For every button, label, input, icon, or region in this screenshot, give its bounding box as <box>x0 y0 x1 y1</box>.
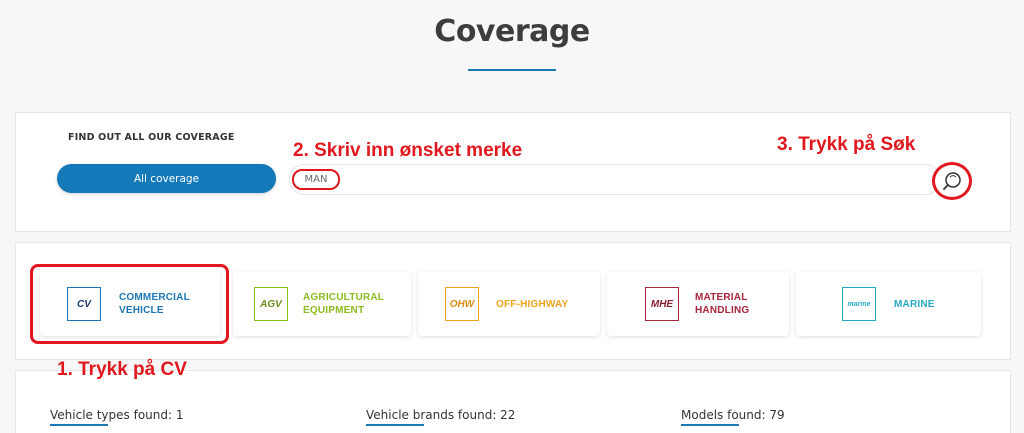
page-title: Coverage <box>434 14 590 49</box>
vehicle-types-stat: Vehicle types found: 1 <box>50 408 184 422</box>
find-coverage-label: FIND OUT ALL OUR COVERAGE <box>68 132 235 143</box>
category-label-off-highway: OFF-HIGHWAY <box>496 298 569 310</box>
annotation-step-3: 3. Trykk på Søk <box>777 134 916 155</box>
annotation-step-2: 2. Skriv inn ønsket merke <box>293 140 523 161</box>
all-coverage-button[interactable]: All coverage <box>57 164 276 193</box>
category-card-material-handling[interactable]: MHE MATERIAL HANDLING <box>607 272 789 336</box>
category-label-material-handling: MATERIAL HANDLING <box>695 292 750 316</box>
models-stat: Models found: 79 <box>681 408 785 422</box>
models-underline <box>681 424 739 426</box>
vehicle-brands-stat: Vehicle brands found: 22 <box>366 408 516 422</box>
title-underline <box>468 69 556 71</box>
category-label-agricultural: AGRICULTURAL EQUIPMENT <box>303 292 384 316</box>
search-icon <box>943 172 961 190</box>
category-card-off-highway[interactable]: OHW OFF-HIGHWAY <box>418 272 600 336</box>
category-card-agricultural[interactable]: AGV AGRICULTURAL EQUIPMENT <box>233 272 411 336</box>
category-card-marine[interactable]: marine MARINE <box>796 272 981 336</box>
brand-search-input[interactable] <box>289 164 941 195</box>
search-button[interactable] <box>932 162 972 200</box>
vehicle-brands-underline <box>366 424 424 426</box>
search-input-value[interactable]: MAN <box>292 169 340 190</box>
cv-highlight-annotation <box>30 264 229 344</box>
mhe-logo-icon: MHE <box>645 287 679 321</box>
annotation-step-1: 1. Trykk på CV <box>57 359 187 380</box>
agv-logo-icon: AGV <box>254 287 288 321</box>
ohw-logo-icon: OHW <box>445 287 479 321</box>
vehicle-types-underline <box>50 424 108 426</box>
category-label-marine: MARINE <box>894 298 935 310</box>
marine-logo-icon: marine <box>842 287 876 321</box>
